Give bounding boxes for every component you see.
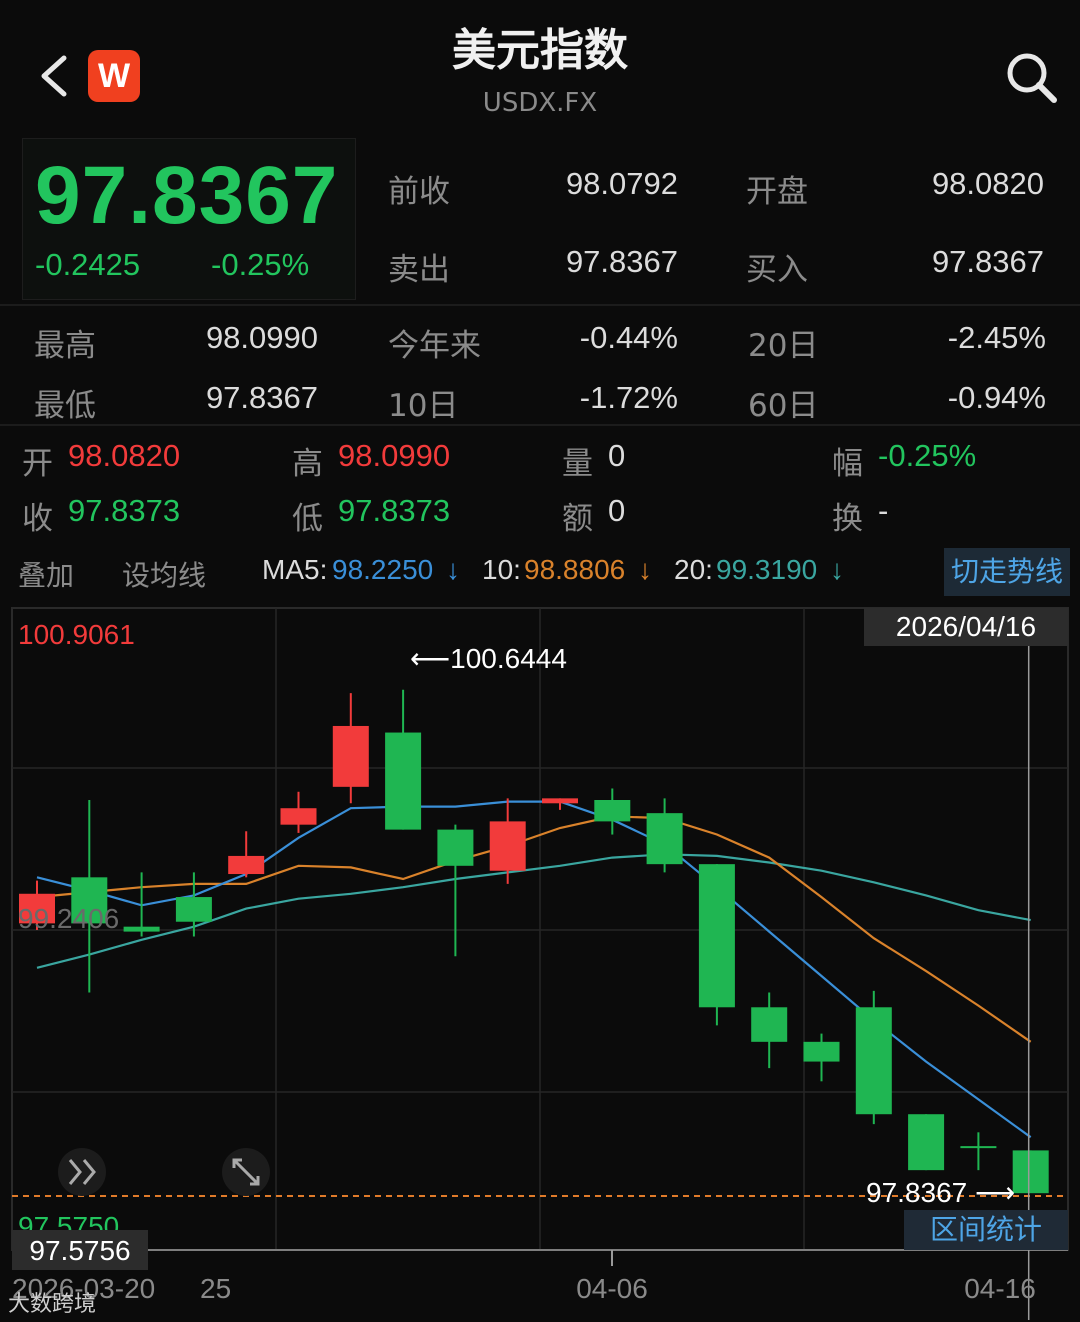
y-max-label: 100.9061 bbox=[18, 619, 135, 650]
price-change-pct: -0.25% bbox=[211, 247, 310, 282]
candle-body bbox=[332, 725, 369, 787]
candle-body bbox=[123, 926, 160, 932]
ohlc-open-label: 开 bbox=[22, 446, 53, 482]
ohlc-amp-label: 幅 bbox=[832, 446, 863, 482]
ytd-label: 今年来 bbox=[388, 328, 481, 364]
ohlc-close-value: 97.8373 bbox=[68, 493, 181, 528]
candle-body bbox=[542, 798, 578, 804]
x-tick-label: 04-06 bbox=[576, 1273, 648, 1304]
ma5-down-arrow-icon: ↓ bbox=[446, 554, 460, 585]
candle-body bbox=[594, 799, 631, 822]
candle-body bbox=[437, 829, 474, 866]
watermark-text: 大数跨境 bbox=[8, 1292, 97, 1317]
candle-body bbox=[228, 855, 265, 875]
ma20-down-arrow-icon: ↓ bbox=[830, 554, 844, 585]
set-ma-button[interactable]: 设均线 bbox=[122, 554, 206, 594]
high-value: 98.0990 bbox=[205, 320, 318, 355]
price-panel: 97.8367 -0.2425 -0.25% bbox=[22, 138, 356, 300]
double-chevron-right-icon-bg bbox=[58, 1148, 106, 1196]
ohlc-high-label: 高 bbox=[292, 446, 323, 482]
current-price: 97.8367 bbox=[35, 150, 339, 241]
ohlc-turnover-value: - bbox=[878, 493, 889, 528]
crosshair-price: 97.5756 bbox=[29, 1235, 130, 1266]
candle-body bbox=[803, 1041, 840, 1062]
header: W 美元指数 USDX.FX bbox=[0, 0, 1080, 140]
ma5-value: 98.2250 bbox=[332, 554, 434, 585]
page-title: 美元指数 bbox=[452, 25, 628, 76]
ma10-down-arrow-icon: ↓ bbox=[638, 554, 652, 585]
high-label: 最高 bbox=[34, 328, 96, 364]
search-icon[interactable] bbox=[1004, 50, 1058, 104]
ytd-value: -0.44% bbox=[579, 320, 678, 355]
double-chevron-right-icon[interactable] bbox=[58, 1148, 106, 1196]
ma5-label: MA5: bbox=[262, 554, 328, 585]
crosshair-date: 2026/04/16 bbox=[896, 611, 1036, 642]
ohlc-high-value: 98.0990 bbox=[338, 438, 451, 473]
range-statistics-button[interactable]: 区间统计 bbox=[904, 1210, 1068, 1250]
d10-value: -1.72% bbox=[579, 380, 678, 415]
d10-label: 10日 bbox=[388, 388, 459, 424]
x-tick-label: 25 bbox=[200, 1273, 231, 1304]
ohlc-turnover-label: 换 bbox=[832, 501, 863, 537]
y-mid-label: 99.2406 bbox=[18, 903, 119, 934]
x-tick-label: 04-16 bbox=[964, 1273, 1036, 1304]
ohlc-amount-value: 0 bbox=[608, 493, 626, 528]
open-value: 98.0820 bbox=[931, 166, 1044, 201]
ask-label: 卖出 bbox=[388, 252, 450, 288]
ma20-value: 99.3190 bbox=[716, 554, 818, 585]
candle-body bbox=[855, 1007, 892, 1115]
prev-close-value: 98.0792 bbox=[565, 166, 678, 201]
ohlc-close-label: 收 bbox=[22, 501, 53, 537]
divider bbox=[0, 424, 1080, 426]
candles bbox=[19, 689, 1049, 1194]
price-change: -0.2425 bbox=[35, 247, 141, 282]
low-value: 97.8367 bbox=[205, 380, 318, 415]
ohlc-volume-value: 0 bbox=[608, 438, 626, 473]
low-label: 最低 bbox=[34, 388, 96, 424]
d60-value: -0.94% bbox=[947, 380, 1046, 415]
candle-body bbox=[489, 821, 526, 871]
ask-value: 97.8367 bbox=[565, 244, 678, 279]
bid-value: 97.8367 bbox=[931, 244, 1044, 279]
ohlc-low-label: 低 bbox=[292, 501, 323, 537]
candle-body bbox=[385, 732, 422, 830]
ma10-value: 98.8806 bbox=[524, 554, 626, 585]
candle-body bbox=[698, 864, 735, 1008]
candle-body bbox=[908, 1114, 945, 1171]
ohlc-amp-value: -0.25% bbox=[878, 438, 977, 473]
bid-label: 买入 bbox=[746, 252, 808, 288]
candle-body bbox=[175, 897, 212, 922]
ohlc-open-value: 98.0820 bbox=[68, 438, 181, 473]
d60-label: 60日 bbox=[748, 388, 819, 424]
last-price-annotation: 97.8367 ⟶ bbox=[866, 1177, 1015, 1208]
ma20-label: 20: bbox=[674, 554, 713, 585]
prev-close-label: 前收 bbox=[388, 174, 450, 210]
d20-label: 20日 bbox=[748, 328, 819, 364]
candle-body bbox=[1012, 1150, 1049, 1194]
candle-body bbox=[646, 813, 683, 865]
candle-body bbox=[280, 808, 317, 825]
ohlc-volume-label: 量 bbox=[562, 446, 593, 482]
max-price-annotation: ⟵100.6444 bbox=[410, 643, 567, 674]
switch-trend-line-button[interactable]: 切走势线 bbox=[944, 548, 1070, 596]
ohlc-low-value: 97.8373 bbox=[338, 493, 451, 528]
overlay-button[interactable]: 叠加 bbox=[18, 554, 74, 594]
ohlc-amount-label: 额 bbox=[562, 501, 593, 537]
d20-value: -2.45% bbox=[947, 320, 1046, 355]
candle-body bbox=[751, 1007, 788, 1042]
ma10-label: 10: bbox=[482, 554, 521, 585]
open-label: 开盘 bbox=[746, 174, 808, 210]
divider bbox=[0, 304, 1080, 306]
expand-icon[interactable] bbox=[222, 1148, 270, 1196]
symbol-code: USDX.FX bbox=[482, 88, 598, 118]
